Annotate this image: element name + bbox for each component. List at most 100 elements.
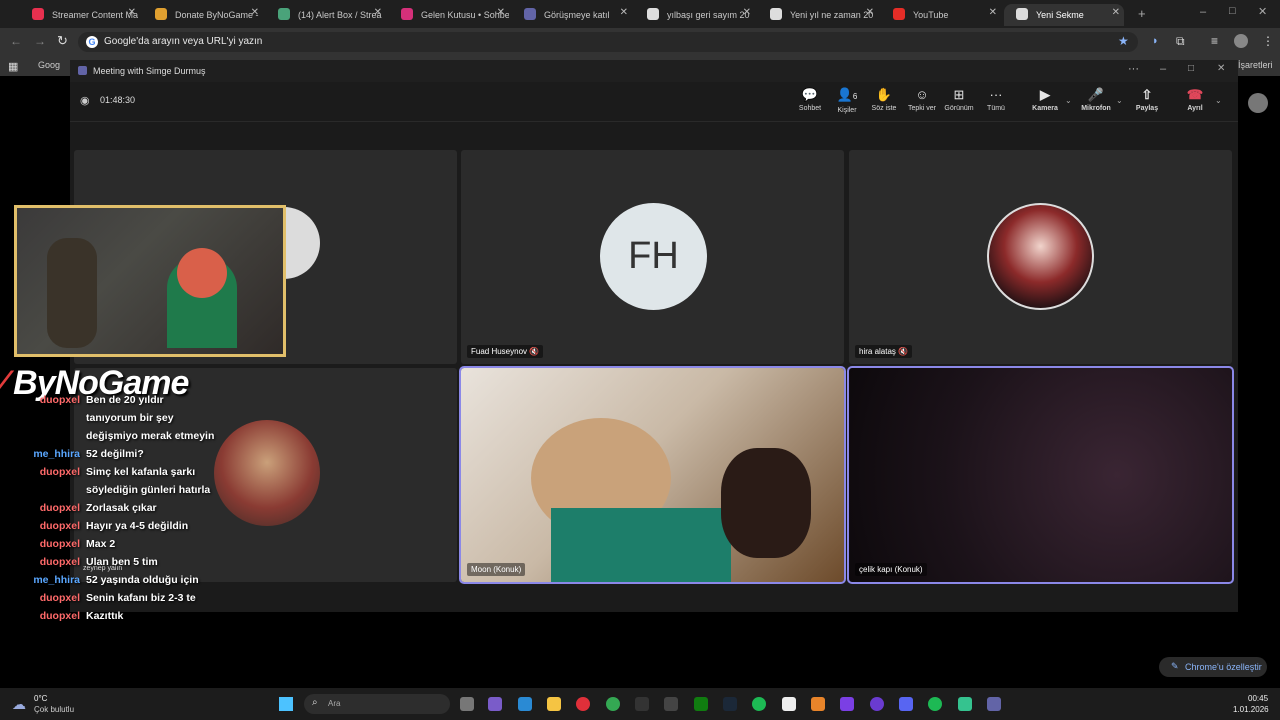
- streamer-hair: [177, 248, 227, 298]
- participant-tile-hira[interactable]: hira alataş 🔇: [849, 150, 1232, 364]
- minimize-icon[interactable]: –: [1200, 6, 1206, 18]
- chat-message: duopxel Ulan ben 5 tim: [0, 556, 158, 568]
- teams-title-bar: Meeting with Simge Durmuş ··· – □ ✕: [70, 60, 1238, 82]
- chrome-icon[interactable]: [606, 697, 620, 711]
- camera-button[interactable]: ▶ Kamera: [1025, 87, 1065, 113]
- view-button[interactable]: ⊞ Görünüm: [939, 88, 979, 113]
- bookmark-star-icon[interactable]: ★: [1118, 34, 1129, 48]
- start-icon[interactable]: [279, 697, 293, 711]
- chevron-down-icon[interactable]: ⌄: [1215, 96, 1222, 105]
- app-icon[interactable]: [958, 697, 972, 711]
- close-tab-icon[interactable]: ✕: [989, 7, 997, 18]
- chat-message: me_hhira 52 yaşında olduğu için: [0, 574, 198, 586]
- profile-avatar[interactable]: [1234, 34, 1248, 48]
- close-tab-icon[interactable]: ✕: [374, 7, 382, 18]
- camera-off-icon: ▶: [1040, 87, 1050, 102]
- bookmarks-folder[interactable]: İşaretleri: [1238, 60, 1273, 70]
- share-button[interactable]: ⇧ Paylaş: [1127, 88, 1167, 113]
- chat-username: duopxel: [39, 592, 80, 604]
- search-icon: ⌕: [312, 697, 318, 708]
- opera-icon[interactable]: [576, 697, 590, 711]
- participant-tile-celik[interactable]: çelik kapı (Konuk): [847, 366, 1234, 584]
- people-button[interactable]: 👤6 Kişiler: [827, 88, 867, 115]
- chat-button[interactable]: 💬 Sohbet: [790, 88, 830, 113]
- browser-tab[interactable]: Streamer Content Ma ✕: [20, 4, 140, 26]
- my-avatar[interactable]: [1248, 93, 1268, 113]
- chevron-down-icon[interactable]: ⌄: [1065, 96, 1072, 105]
- weather-icon[interactable]: ☁: [12, 696, 26, 713]
- spotify-icon[interactable]: [928, 697, 942, 711]
- media-icon[interactable]: ≡: [1211, 34, 1218, 48]
- mic-button[interactable]: 🎤 Mikrofon: [1076, 87, 1116, 113]
- browser-tab[interactable]: YouTube ✕: [881, 4, 1001, 26]
- react-button[interactable]: ☺ Tepki ver: [902, 88, 942, 113]
- browser-tab[interactable]: Görüşmeye katıl ✕: [512, 4, 632, 26]
- task-view-icon[interactable]: [460, 697, 474, 711]
- forward-icon[interactable]: →: [34, 34, 46, 48]
- browser-tab[interactable]: Donate ByNoGame - ✕: [143, 4, 263, 26]
- chat-message: duopxel Senin kafanı biz 2-3 te: [0, 592, 196, 604]
- bookmark-google[interactable]: Goog: [38, 60, 60, 70]
- more-button[interactable]: ··· Tümü: [976, 88, 1016, 113]
- close-tab-icon[interactable]: ✕: [497, 7, 505, 18]
- spotify-icon[interactable]: [752, 697, 766, 711]
- profile-avatar: [987, 203, 1094, 310]
- app-icon[interactable]: [782, 697, 796, 711]
- chat-text: söylediğin günleri hatırla: [86, 484, 211, 496]
- back-icon[interactable]: ←: [10, 34, 22, 48]
- close-tab-icon[interactable]: ✕: [620, 7, 628, 18]
- close-tab-icon[interactable]: ✕: [866, 7, 874, 18]
- epic-games-icon[interactable]: [635, 697, 649, 711]
- more-options-icon[interactable]: ···: [1128, 63, 1139, 75]
- favicon-icon: [647, 8, 659, 20]
- chat-text: 52 değilmi?: [86, 448, 144, 460]
- maximize-icon[interactable]: □: [1188, 63, 1194, 74]
- participant-name: Moon (Konuk): [467, 563, 526, 576]
- steam-icon[interactable]: [723, 697, 737, 711]
- xbox-icon[interactable]: [694, 697, 708, 711]
- browser-tab[interactable]: (14) Alert Box / Strea ✕: [266, 4, 386, 26]
- close-tab-icon[interactable]: ✕: [128, 7, 136, 18]
- app-icon[interactable]: [811, 697, 825, 711]
- participant-name: Fuad Huseynov 🔇: [467, 345, 544, 358]
- chat-username: me_hhira: [33, 574, 80, 586]
- app-icon[interactable]: [870, 697, 884, 711]
- video-clothing: [551, 508, 731, 582]
- teams-icon[interactable]: [987, 697, 1001, 711]
- clock-time: 00:45: [1248, 694, 1269, 703]
- browser-tab[interactable]: Yeni yıl ne zaman 20 ✕: [758, 4, 878, 26]
- participant-tile-moon[interactable]: Moon (Konuk): [459, 366, 846, 584]
- minimize-icon[interactable]: –: [1160, 63, 1166, 75]
- favicon-icon: [32, 8, 44, 20]
- close-tab-icon[interactable]: ✕: [251, 7, 259, 18]
- discord-icon[interactable]: [899, 697, 913, 711]
- copilot-icon[interactable]: [488, 697, 502, 711]
- menu-icon[interactable]: ⋮: [1262, 34, 1274, 48]
- edge-icon[interactable]: [518, 697, 532, 711]
- chevron-down-icon[interactable]: ⌄: [1116, 96, 1123, 105]
- close-window-icon[interactable]: ✕: [1258, 5, 1267, 18]
- new-tab-button[interactable]: +: [1138, 6, 1146, 21]
- browser-tab[interactable]: Gelen Kutusu • Sohbe ✕: [389, 4, 509, 26]
- raise-hand-button[interactable]: ✋ Söz iste: [864, 88, 904, 113]
- leave-button[interactable]: ☎ Ayrıl: [1175, 88, 1215, 113]
- chat-message: değişmiyo merak etmeyin: [0, 430, 214, 442]
- browser-tab[interactable]: yılbaşı geri sayım 20 ✕: [635, 4, 755, 26]
- omnibox[interactable]: G Google'da arayın veya URL'yi yazın ★: [78, 32, 1138, 52]
- file-explorer-icon[interactable]: [547, 697, 561, 711]
- close-icon[interactable]: ✕: [1217, 63, 1225, 74]
- extension-icon[interactable]: ◗: [1152, 35, 1159, 47]
- browser-tab[interactable]: Yeni Sekme ✕: [1004, 4, 1124, 26]
- participant-tile-fuad[interactable]: FH Fuad Huseynov 🔇: [461, 150, 844, 364]
- taskbar-search[interactable]: ⌕ Ara: [304, 694, 450, 714]
- close-tab-icon[interactable]: ✕: [1112, 7, 1120, 18]
- apps-icon[interactable]: ▦: [8, 60, 18, 73]
- extensions-puzzle-icon[interactable]: ⧉: [1176, 34, 1185, 49]
- app-icon[interactable]: [840, 697, 854, 711]
- mic-icon: 🎤: [1087, 87, 1105, 102]
- close-tab-icon[interactable]: ✕: [743, 7, 751, 18]
- reload-icon[interactable]: ↻: [57, 33, 68, 49]
- customize-chrome-button[interactable]: ✎ Chrome'u özelleştir: [1159, 657, 1267, 677]
- app-icon[interactable]: [664, 697, 678, 711]
- maximize-icon[interactable]: □: [1229, 5, 1236, 17]
